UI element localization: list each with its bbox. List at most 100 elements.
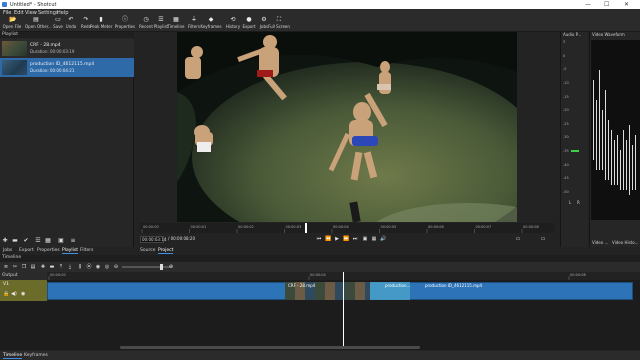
tab-video-histogram[interactable]: Video Histo...: [612, 240, 638, 245]
grid-icon[interactable]: ▦: [371, 236, 377, 243]
ruler-tick-label: 00:00:03: [286, 225, 302, 229]
zoom-in-icon[interactable]: ⊕: [168, 264, 174, 270]
playhead[interactable]: [343, 272, 344, 347]
play-icon[interactable]: ▶: [334, 236, 340, 243]
playlist-icon: ☰: [158, 16, 164, 23]
open-other-button[interactable]: ▤ Open Other...: [25, 16, 52, 31]
maximize-icon[interactable]: ☐: [604, 1, 609, 8]
add-icon[interactable]: ✚: [2, 238, 8, 244]
filters-icon: ⏚: [191, 16, 198, 23]
close-icon[interactable]: ✕: [624, 1, 629, 8]
timeline-ruler-label: 00:00:08: [570, 273, 586, 277]
tab-filters[interactable]: Filters: [80, 248, 94, 253]
keyframes-icon: ◆: [208, 16, 214, 23]
player-playhead[interactable]: [305, 223, 307, 233]
player-scrubber[interactable]: 00:00:00 00:00:01 00:00:02 00:00:03 00:00:04…: [140, 223, 555, 233]
tab-keyframes[interactable]: Keyframes: [24, 353, 48, 358]
app-icon: [2, 2, 7, 7]
snap-icon[interactable]: ⦿: [86, 264, 92, 270]
mute-icon[interactable]: ◀): [11, 291, 17, 297]
export-icon: ●: [246, 16, 252, 23]
remove-icon[interactable]: ▬: [12, 238, 18, 244]
split-icon[interactable]: ⫼: [77, 264, 83, 270]
peak-scale-label: 0: [563, 53, 566, 58]
playlist-item[interactable]: CRF - 28.mp4 Duration: 00:00:03:19: [0, 39, 134, 58]
audio-peak-title: Audio P...: [563, 32, 582, 37]
peak-channel-label: R: [577, 200, 580, 205]
tab-jobs[interactable]: Jobs: [3, 248, 12, 253]
full-screen-button[interactable]: ⛶ Full Screen: [268, 17, 290, 31]
peak-scale-label: -25: [563, 121, 569, 126]
ruler-tick-label: 00:00:01: [191, 225, 207, 229]
out-point: ▭: [540, 236, 546, 242]
video-waveform-panel: Video Waveform Video ... Video Histo...: [589, 32, 640, 247]
peak-meter-button[interactable]: ▮ Peak Meter: [90, 17, 112, 31]
keyframes-button[interactable]: ◆ Keyframes: [200, 17, 222, 31]
timeline-scrollbar[interactable]: [120, 346, 420, 349]
paste-icon[interactable]: ▤: [30, 264, 36, 270]
toolbar-label: Open File: [2, 24, 22, 29]
transport-controls: 00:00:03:14 / 00:00:08:20 ⏮ ⏪ ▶ ⏩ ⏭ ▣ ▦ …: [140, 234, 555, 246]
check-icon[interactable]: ✔: [23, 238, 29, 244]
timeline-toolbar: ≡ ✂ ❐ ▤ ✚ ▬ ⤒ ⤓ ⫼ ⦿ ◉ ◎ ⊖ ⊕: [0, 262, 640, 272]
fast-forward-icon[interactable]: ⏩: [343, 236, 349, 243]
tab-export[interactable]: Export: [19, 248, 34, 253]
menu-icon[interactable]: ≡: [70, 238, 76, 244]
append-icon[interactable]: ✚: [40, 264, 46, 270]
total-duration: / 00:00:08:20: [168, 236, 196, 241]
playlist-item-duration: Duration: 00:00:03:19: [30, 49, 75, 54]
ruler-tick-label: 00:00:02: [238, 225, 254, 229]
timeline-menu-icon[interactable]: ≡: [3, 264, 9, 270]
playlist-item-selected[interactable]: production ID_4612115.mp4 Duration: 00:0…: [0, 58, 134, 77]
peak-scale-label: -35: [563, 149, 569, 154]
open-file-button[interactable]: 📂 Open File: [1, 17, 23, 31]
volume-icon[interactable]: 🔊: [380, 236, 386, 243]
video-viewer[interactable]: [177, 32, 517, 222]
tab-properties[interactable]: Properties: [37, 248, 60, 253]
lock-icon[interactable]: 🔒: [3, 291, 9, 297]
toolbar-label: Properties: [114, 24, 136, 29]
ripple-icon[interactable]: ◎: [104, 264, 110, 270]
peak-scale-label: -5: [563, 67, 567, 72]
lift-icon[interactable]: ⤒: [58, 264, 64, 270]
minimize-icon[interactable]: —: [585, 1, 591, 8]
playlist-item-duration: Duration: 00:00:04:21: [30, 68, 75, 73]
in-point: ▭: [515, 236, 521, 242]
eye-icon[interactable]: ◉: [21, 291, 25, 297]
remove-clip-icon[interactable]: ▬: [49, 264, 55, 270]
list-view-icon[interactable]: ☰: [35, 238, 41, 244]
current-timecode[interactable]: 00:00:03:14: [140, 236, 166, 243]
tab-source[interactable]: Source: [140, 248, 155, 253]
open-other-icon: ▤: [33, 16, 39, 23]
tab-project[interactable]: Project: [158, 248, 174, 254]
track-header-v1[interactable]: V1 🔒 ◀) ◉: [0, 280, 47, 301]
tab-timeline[interactable]: Timeline: [3, 353, 23, 359]
overwrite-icon[interactable]: ⤓: [67, 264, 73, 270]
copy-icon[interactable]: ❐: [21, 264, 27, 270]
skip-end-icon[interactable]: ⏭: [352, 236, 358, 243]
peak-scale-label: -50: [563, 190, 569, 194]
timeline-ruler-label: 00:00:04: [310, 273, 326, 277]
playlist-header: Playlist: [0, 32, 134, 38]
video-frame: [177, 32, 517, 222]
skip-start-icon[interactable]: ⏮: [316, 236, 322, 243]
timeline-header: Timeline: [0, 255, 640, 262]
playlist-panel: Playlist CRF - 28.mp4 Duration: 00:00:03…: [0, 32, 134, 247]
player-tabs: Source Project: [140, 247, 240, 254]
cut-icon[interactable]: ✂: [12, 264, 18, 270]
peak-scale-label: -30: [563, 135, 569, 140]
rewind-icon[interactable]: ⏪: [325, 236, 331, 243]
tab-playlist[interactable]: Playlist: [62, 248, 78, 254]
properties-button[interactable]: ⓘ Properties: [114, 17, 136, 31]
peak-scale-label: 3: [563, 40, 566, 44]
tab-video-waveform[interactable]: Video ...: [592, 240, 608, 245]
window-title: Untitled* - Shotcut: [10, 2, 57, 8]
icon-view-icon[interactable]: ▣: [58, 238, 64, 244]
scrub-icon[interactable]: ◉: [95, 264, 101, 270]
zoom-slider-handle[interactable]: [160, 264, 163, 270]
zoom-icon[interactable]: ▣: [362, 236, 368, 243]
ruler-tick-label: 00:00:07: [476, 225, 492, 229]
menu-bar: File Edit View Settings Help: [0, 9, 640, 16]
zoom-out-icon[interactable]: ⊖: [113, 264, 119, 270]
grid-view-icon[interactable]: ▦: [45, 238, 51, 244]
